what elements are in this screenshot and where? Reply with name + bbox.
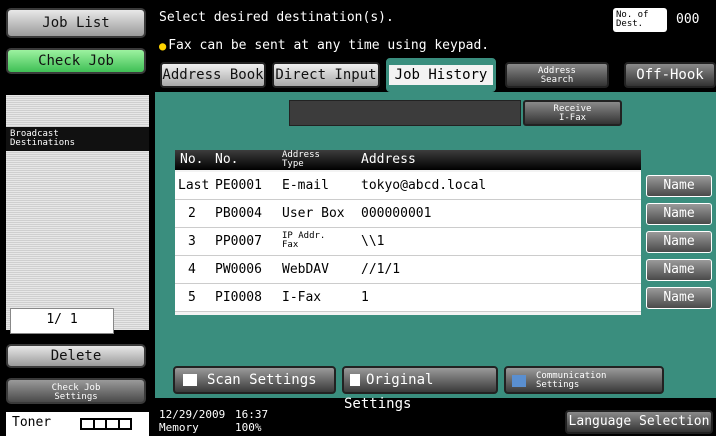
row-type: E-mail bbox=[282, 178, 329, 193]
tab-off-hook[interactable]: Off-Hook bbox=[624, 62, 716, 88]
dest-count-label: No. of Dest. bbox=[613, 8, 667, 32]
name-button[interactable]: Name bbox=[646, 203, 712, 225]
delete-button[interactable]: Delete bbox=[6, 344, 146, 368]
page-counter: 1/ 1 bbox=[10, 308, 114, 334]
header-id: No. bbox=[215, 152, 239, 167]
check-job-button[interactable]: Check Job bbox=[6, 48, 146, 74]
row-no: 4 bbox=[188, 262, 196, 277]
row-address: 1 bbox=[361, 290, 369, 305]
document-icon bbox=[350, 374, 360, 386]
dest-count-value: 000 bbox=[676, 12, 700, 27]
memory-label: Memory bbox=[159, 421, 199, 434]
communication-settings-button[interactable]: Communication Settings bbox=[504, 366, 664, 394]
row-id: PE0001 bbox=[215, 178, 262, 193]
tab-job-history[interactable]: Job History bbox=[386, 58, 496, 92]
status-date: 12/29/2009 bbox=[159, 408, 226, 421]
search-field[interactable] bbox=[289, 100, 521, 126]
receive-ifax-button[interactable]: Receive I-Fax bbox=[523, 100, 622, 126]
header-address: Address bbox=[361, 152, 416, 167]
name-button[interactable]: Name bbox=[646, 287, 712, 309]
row-address: tokyo@abcd.local bbox=[361, 178, 487, 193]
original-settings-button[interactable]: Original Settings bbox=[342, 366, 498, 412]
row-address: \\1 bbox=[361, 234, 385, 249]
check-job-settings-button[interactable]: Check Job Settings bbox=[6, 378, 146, 404]
row-address: //1/1 bbox=[361, 262, 401, 277]
communication-icon bbox=[512, 375, 526, 387]
scan-settings-button[interactable]: Scan Settings bbox=[173, 366, 336, 394]
name-button[interactable]: Name bbox=[646, 231, 712, 253]
language-selection-button[interactable]: Language Selection bbox=[565, 410, 713, 434]
row-type: I-Fax bbox=[282, 290, 322, 305]
status-time: 16:37 bbox=[235, 408, 269, 421]
scan-settings-label: Scan Settings bbox=[207, 372, 317, 388]
row-id: PI0008 bbox=[215, 290, 262, 305]
row-id: PW0006 bbox=[215, 262, 262, 277]
tab-address-search[interactable]: Address Search bbox=[505, 62, 609, 88]
tab-job-history-label: Job History bbox=[388, 65, 494, 85]
row-id: PP0007 bbox=[215, 234, 262, 249]
row-no: 5 bbox=[188, 290, 196, 305]
broadcast-destinations-label: Broadcast Destinations bbox=[6, 127, 149, 151]
row-type: User Box bbox=[282, 206, 345, 221]
fax-note-text: Fax can be sent at any time using keypad… bbox=[168, 38, 490, 53]
row-address: 000000001 bbox=[361, 206, 432, 221]
scan-icon bbox=[183, 374, 197, 386]
row-no: Last bbox=[178, 178, 210, 193]
fax-note: ● Fax can be sent at any time using keyp… bbox=[159, 38, 489, 53]
row-no: 3 bbox=[188, 234, 196, 249]
row-no: 2 bbox=[188, 206, 196, 221]
row-type: WebDAV bbox=[282, 262, 329, 277]
header-address-type: Address Type bbox=[282, 150, 320, 169]
lightbulb-icon: ● bbox=[159, 38, 167, 53]
communication-settings-label: Communication Settings bbox=[536, 371, 607, 390]
row-type: IP Addr. Fax bbox=[282, 231, 326, 250]
header-no: No. bbox=[180, 152, 204, 167]
tab-address-book[interactable]: Address Book bbox=[160, 62, 266, 88]
job-list-button[interactable]: Job List bbox=[6, 8, 146, 38]
memory-value: 100% bbox=[235, 421, 262, 434]
row-id: PB0004 bbox=[215, 206, 262, 221]
instruction-text: Select desired destination(s). bbox=[159, 10, 394, 25]
tab-direct-input[interactable]: Direct Input bbox=[272, 62, 380, 88]
name-button[interactable]: Name bbox=[646, 175, 712, 197]
toner-gauge bbox=[80, 418, 132, 430]
name-button[interactable]: Name bbox=[646, 259, 712, 281]
